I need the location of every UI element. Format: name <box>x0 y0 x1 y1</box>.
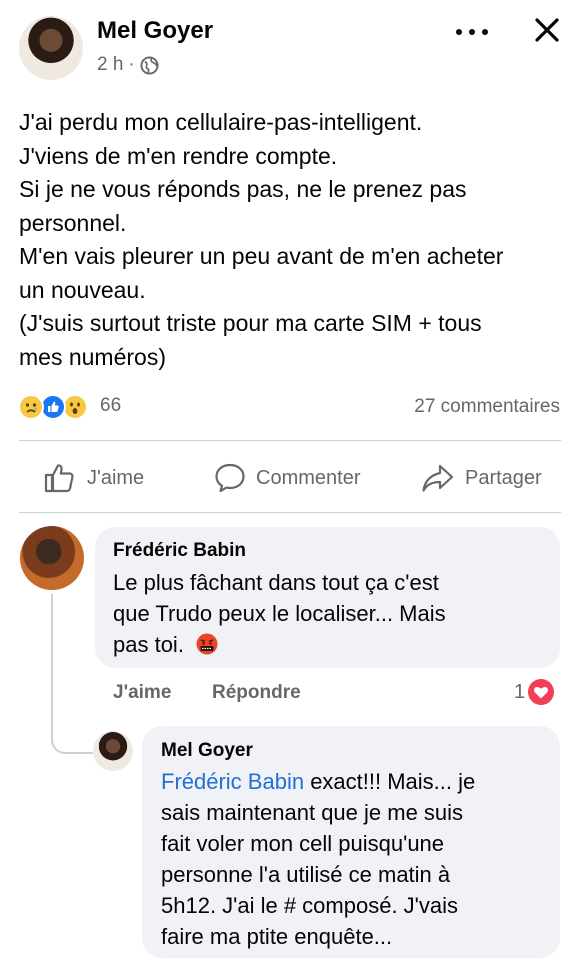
share-arrow-icon <box>422 464 454 492</box>
reply-line: sais maintenant que je me suis <box>161 800 464 825</box>
post-line: J'ai perdu mon cellulaire-pas-intelligen… <box>19 109 423 135</box>
post-line: J'viens de m'en rendre compte. <box>19 142 338 169</box>
love-reaction-icon <box>528 679 555 705</box>
comment-button[interactable]: Commenter <box>214 460 360 496</box>
reply-line: personne l'a utilisé ce matin à <box>161 862 451 887</box>
comment-author-name[interactable]: Frédéric Babin <box>113 540 246 562</box>
thread-line <box>51 594 97 754</box>
reply-bubble: Mel Goyer Frédéric Babin exact!!! Mais..… <box>142 726 560 958</box>
reply-line-text: exact!!! Mais... je <box>304 769 476 794</box>
post-author-name[interactable]: Mel Goyer <box>97 17 213 45</box>
reply-author-name[interactable]: Mel Goyer <box>161 740 253 762</box>
comment-like-button[interactable]: J'aime <box>113 682 171 704</box>
comment-button-label: Commenter <box>256 466 361 489</box>
post-line: un nouveau. <box>19 276 146 303</box>
reply-line: fait voler mon cell puisqu'une <box>161 831 445 856</box>
comment-reaction-count: 1 <box>514 680 526 703</box>
post-body: J'ai perdu mon cellulaire-pas-intelligen… <box>19 106 564 374</box>
comment-line-text: pas toi. <box>113 632 184 657</box>
close-icon[interactable] <box>533 16 561 44</box>
comments-count[interactable]: 27 commentaires <box>414 396 560 418</box>
comment-bubble: Frédéric Babin Le plus fâchant dans tout… <box>95 527 560 668</box>
reaction-count: 66 <box>100 395 122 416</box>
post-line: Si je ne vous réponds pas, ne le prenez … <box>19 176 467 202</box>
mention-link[interactable]: Frédéric Babin <box>161 769 304 794</box>
share-button[interactable]: Partager <box>421 460 542 496</box>
post-time[interactable]: 2 h <box>97 54 123 76</box>
post-line: M'en vais pleurer un peu avant de m'en a… <box>19 243 504 269</box>
comment-line: que Trudo peux le localiser... Mais <box>113 601 446 626</box>
post-line: mes numéros) <box>19 343 166 370</box>
post-meta: 2 h · <box>97 54 159 76</box>
comment-text: Le plus fâchant dans tout ça c'est que T… <box>113 567 446 660</box>
post-line: (J'suis surtout triste pour ma carte SIM… <box>19 310 482 336</box>
reply-line: 5h12. J'ai le # composé. J'vais <box>161 893 458 918</box>
comment-bubble-icon <box>215 463 245 493</box>
commenter-avatar[interactable] <box>20 526 84 590</box>
comment-reactions[interactable]: 1 <box>514 678 555 706</box>
comment-reply-button[interactable]: Répondre <box>212 682 301 704</box>
author-avatar[interactable] <box>19 16 83 80</box>
swearing-face-icon <box>196 632 218 655</box>
reply-author-avatar[interactable] <box>93 731 133 771</box>
more-options-icon[interactable] <box>456 22 488 42</box>
comment-line: Le plus fâchant dans tout ça c'est <box>113 570 439 595</box>
reactions-summary[interactable]: 66 <box>18 392 128 422</box>
reply-line: Frédéric Babin exact!!! Mais... je <box>161 766 475 797</box>
divider <box>19 440 561 441</box>
meta-separator: · <box>128 54 135 75</box>
thumbs-up-icon <box>44 464 74 493</box>
like-button[interactable]: J'aime <box>43 460 144 496</box>
post-line: personnel. <box>19 209 127 236</box>
reply-text: Frédéric Babin exact!!! Mais... je sais … <box>161 766 475 952</box>
divider <box>19 512 561 513</box>
globe-icon <box>140 55 159 75</box>
reply-line: faire ma ptite enquête... <box>161 924 393 949</box>
share-button-label: Partager <box>465 466 542 489</box>
like-button-label: J'aime <box>87 466 145 489</box>
sad-reaction-icon <box>18 394 44 420</box>
comment-line: pas toi. <box>113 629 446 660</box>
